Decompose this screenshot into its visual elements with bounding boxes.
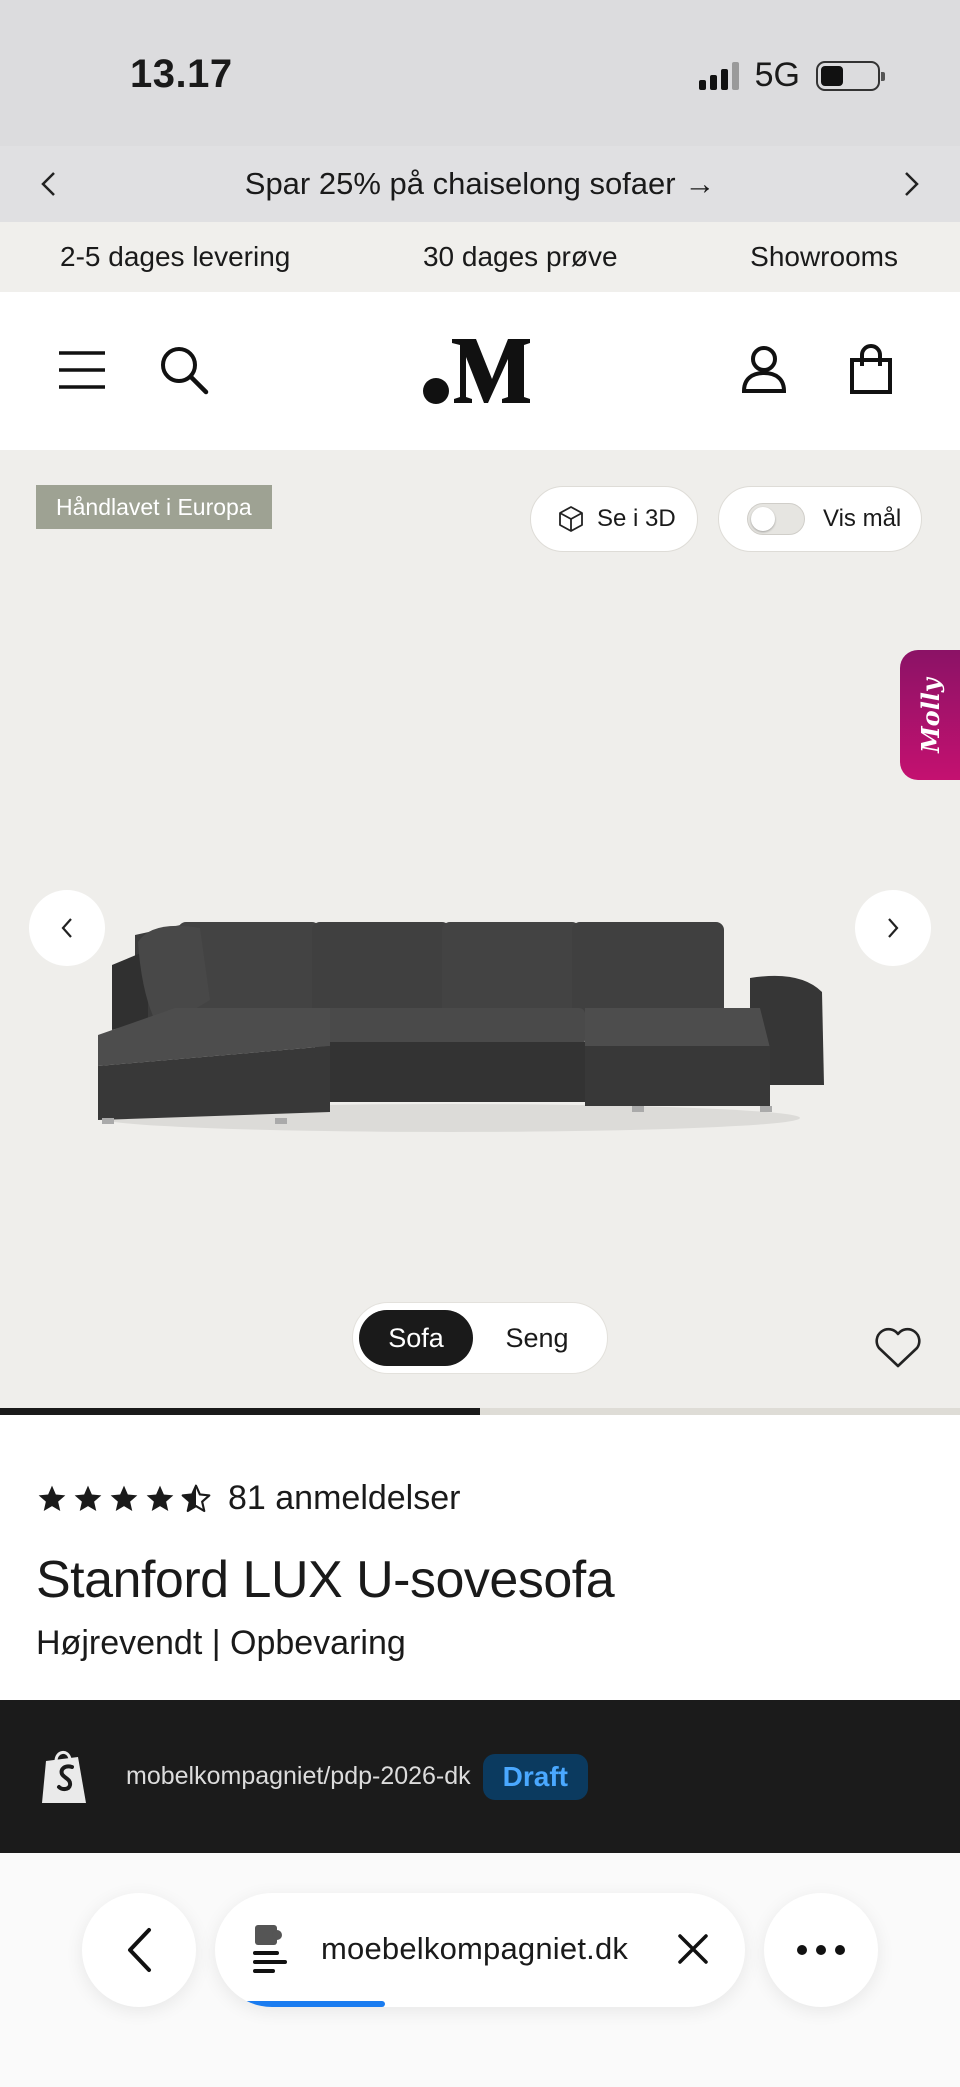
handmade-badge: Håndlavet i Europa — [36, 485, 272, 529]
address-bar[interactable]: moebelkompagniet.dk — [215, 1893, 745, 2007]
chevron-left-icon — [41, 172, 55, 196]
product-title: Stanford LUX U-sovesofa — [36, 1551, 615, 1609]
status-indicators: 5G — [698, 56, 885, 95]
star-icon — [110, 1485, 138, 1511]
half-star-icon — [181, 1484, 211, 1512]
browser-more-button[interactable] — [764, 1893, 878, 2007]
preview-theme-path[interactable]: mobelkompagniet/pdp-2026-dk — [126, 1762, 471, 1791]
cube-icon — [559, 506, 583, 532]
main-header — [0, 292, 960, 450]
gallery-next-button[interactable] — [855, 890, 931, 966]
variant-option-sofa[interactable]: Sofa — [359, 1310, 473, 1366]
rating-stars — [36, 1483, 212, 1515]
promo-bar: Spar 25% på chaiselong sofaer → — [0, 146, 960, 222]
usp-showrooms[interactable]: Showrooms — [750, 241, 898, 273]
search-icon — [161, 347, 209, 395]
promo-next-button[interactable] — [892, 164, 932, 204]
shopify-bag-icon — [42, 1750, 86, 1803]
show-measurements-label: Vis mål — [823, 505, 902, 532]
heart-icon — [875, 1327, 921, 1368]
network-label: 5G — [754, 56, 800, 94]
gallery-progress — [0, 1408, 960, 1415]
favorite-button[interactable] — [870, 1320, 926, 1376]
page-menu-icon — [253, 1925, 287, 1973]
measurements-toggle[interactable] — [747, 503, 805, 535]
star-icon — [74, 1485, 102, 1511]
molly-label: Molly — [915, 677, 945, 753]
rating-row[interactable]: 81 anmeldelser — [36, 1479, 460, 1518]
cart-button[interactable] — [841, 340, 901, 400]
more-icon — [797, 1945, 845, 1955]
product-info: 81 anmeldelser Stanford LUX U-sovesofa H… — [0, 1415, 960, 1700]
chevron-right-icon — [905, 172, 919, 196]
view-3d-button[interactable]: Se i 3D — [530, 486, 698, 552]
product-gallery: Håndlavet i Europa Se i 3D Vis mål Molly — [0, 450, 960, 1408]
usp-delivery[interactable]: 2-5 dages levering — [60, 241, 290, 273]
search-button[interactable] — [154, 340, 214, 400]
stop-loading-button[interactable] — [667, 1923, 719, 1975]
page-load-progress — [241, 2001, 641, 2007]
hamburger-menu-icon — [59, 351, 105, 389]
status-time: 13.17 — [130, 52, 233, 96]
status-bar: 13.17 5G — [0, 0, 960, 146]
browser-toolbar: moebelkompagniet.dk — [0, 1853, 960, 2087]
promo-link[interactable]: Spar 25% på chaiselong sofaer → — [245, 166, 715, 202]
close-icon — [678, 1934, 708, 1964]
chevron-right-icon — [888, 918, 899, 938]
signal-icon — [698, 61, 739, 90]
logo-icon — [423, 339, 530, 404]
usp-trial[interactable]: 30 dages prøve — [423, 241, 618, 273]
draft-status-badge: Draft — [482, 1753, 589, 1800]
view-3d-label: Se i 3D — [597, 505, 676, 532]
review-count[interactable]: 81 anmeldelser — [228, 1479, 460, 1518]
shopping-bag-icon — [850, 344, 892, 394]
promo-prev-button[interactable] — [28, 164, 68, 204]
show-measurements-button[interactable]: Vis mål — [718, 486, 922, 552]
brand-logo[interactable] — [420, 332, 540, 410]
url-text: moebelkompagniet.dk — [321, 1931, 629, 1966]
battery-icon — [816, 60, 885, 91]
product-subtitle: Højrevendt | Opbevaring — [36, 1624, 406, 1662]
molly-assistant-tab[interactable]: Molly — [900, 650, 960, 780]
product-image — [98, 922, 824, 1132]
variant-toggle: Sofa Seng — [352, 1302, 608, 1374]
user-icon — [741, 346, 787, 393]
star-icon — [38, 1485, 66, 1511]
shopify-preview-bar: mobelkompagniet/pdp-2026-dk Draft — [0, 1700, 960, 1853]
browser-back-button[interactable] — [82, 1893, 196, 2007]
variant-option-seng[interactable]: Seng — [473, 1310, 601, 1366]
back-arrow-icon — [128, 1928, 151, 1972]
menu-button[interactable] — [52, 340, 112, 400]
star-icon — [146, 1485, 174, 1511]
usp-bar: 2-5 dages levering 30 dages prøve Showro… — [0, 222, 960, 292]
account-button[interactable] — [734, 340, 794, 400]
